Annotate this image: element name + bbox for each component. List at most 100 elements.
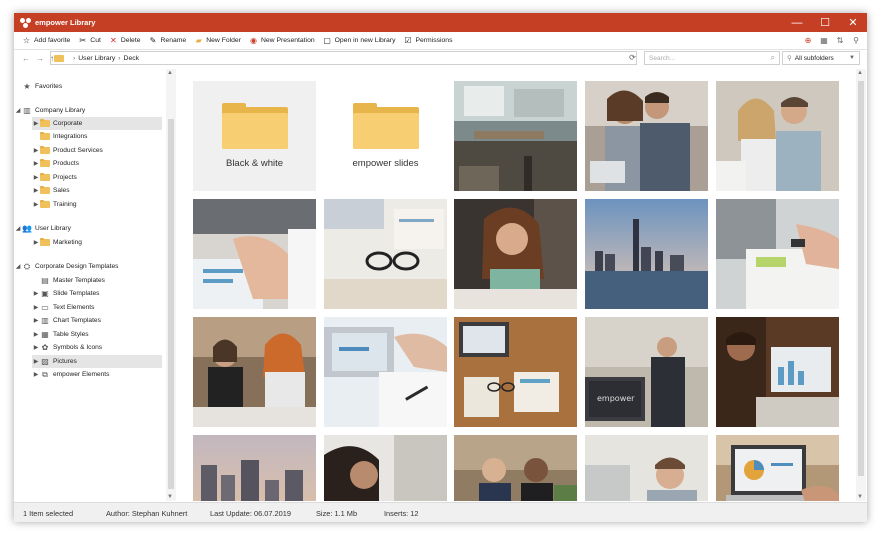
rename-button[interactable]: ✎ Rename — [149, 36, 187, 45]
sidebar-item-empower-elements[interactable]: ▶ ⧉ empower Elements — [32, 368, 162, 381]
picture-tile-laptop-phone[interactable] — [716, 199, 839, 309]
chevron-down-icon[interactable]: ◢ — [14, 225, 22, 232]
sidebar-item-text-elements[interactable]: ▶ ▭ Text Elements — [32, 301, 162, 314]
picture-tile-women-meeting[interactable] — [193, 317, 316, 427]
pictures-icon: ▨ — [41, 357, 49, 366]
picture-tile-man-laptop-empower[interactable]: empower — [585, 317, 708, 427]
sidebar-item-product-services[interactable]: ▶ Product Services — [32, 144, 162, 157]
chevron-right-icon[interactable]: ▶ — [32, 290, 40, 297]
chevron-right-icon[interactable]: ▶ — [32, 120, 40, 127]
chevron-down-icon[interactable]: ◢ — [14, 107, 22, 114]
subfolder-filter-select[interactable]: ⚲ All subfolders ▼ — [782, 51, 860, 65]
globe-icon[interactable]: ⊕ — [803, 34, 813, 46]
chevron-right-icon[interactable]: ▶ — [32, 371, 40, 378]
add-favorite-button[interactable]: ☆ Add favorite — [22, 36, 70, 45]
picture-tile-couple-laptop[interactable] — [585, 81, 708, 191]
chevron-right-icon[interactable]: ▶ — [32, 317, 40, 324]
chevron-right-icon[interactable]: ▶ — [32, 201, 40, 208]
chevron-down-icon[interactable]: ◢ — [14, 263, 22, 270]
new-folder-icon: ▰ — [195, 35, 202, 45]
open-in-new-library-button[interactable]: ▢ Open in new Library — [323, 36, 395, 45]
sidebar-item-master-templates[interactable]: ▤ Master Templates — [32, 274, 162, 287]
picture-tile-woman-glasses[interactable] — [454, 199, 577, 309]
minimize-button[interactable]: — — [783, 13, 811, 32]
new-presentation-button[interactable]: ◉ New Presentation — [249, 36, 315, 45]
sidebar-item-integrations[interactable]: Integrations — [32, 130, 162, 143]
folder-icon — [40, 145, 50, 154]
empower-elements-icon: ⧉ — [42, 369, 48, 379]
chevron-right-icon[interactable]: ▶ — [32, 147, 40, 154]
refresh-icon[interactable]: ⟳ — [627, 51, 638, 63]
maximize-button[interactable]: ☐ — [811, 13, 839, 32]
folder-tile-empower-slides[interactable]: empower slides — [324, 81, 447, 191]
chevron-right-icon[interactable]: ▶ — [32, 304, 40, 311]
sidebar-item-corporate[interactable]: ▶ Corporate — [32, 117, 162, 130]
chevron-right-icon[interactable]: ▶ — [32, 160, 40, 167]
chevron-right-icon[interactable]: ▶ — [32, 187, 40, 194]
sidebar-scrollbar[interactable]: ▲ ▼ — [166, 69, 176, 501]
sidebar-item-marketing[interactable]: ▶ Marketing — [32, 236, 162, 249]
picture-tile-city-skyline[interactable] — [585, 199, 708, 309]
picture-tile-glasses-charts[interactable] — [324, 199, 447, 309]
author-info: Author: Stephan Kuhnert — [106, 509, 188, 518]
delete-button[interactable]: ✕ Delete — [109, 36, 141, 45]
sidebar-item-pictures[interactable]: ▶ ▨ Pictures — [32, 355, 162, 368]
breadcrumb-item[interactable]: Deck — [124, 55, 140, 62]
scroll-up-icon[interactable]: ▲ — [167, 70, 173, 76]
sidebar-item-symbols-icons[interactable]: ▶ ✿ Symbols & Icons — [32, 341, 162, 354]
picture-tile-desk-devices[interactable] — [454, 317, 577, 427]
close-button[interactable]: ✕ — [839, 13, 867, 32]
folder-tile-black-white[interactable]: Black & white — [193, 81, 316, 191]
chevron-right-icon[interactable]: ▶ — [32, 358, 40, 365]
chevron-right-icon[interactable]: ▶ — [32, 344, 40, 351]
scroll-down-icon[interactable]: ▼ — [857, 494, 863, 500]
scroll-up-icon[interactable]: ▲ — [857, 70, 863, 76]
sidebar-item-slide-templates[interactable]: ▶ ▣ Slide Templates — [32, 287, 162, 300]
toolbar: ☆ Add favorite ✂ Cut ✕ Delete ✎ Rename ▰… — [14, 32, 867, 50]
chevron-right-icon[interactable]: ▶ — [32, 239, 40, 246]
picture-tile-laptop-pie[interactable] — [716, 435, 839, 501]
scroll-down-icon[interactable]: ▼ — [167, 494, 173, 500]
title-bar[interactable]: empower Library — ☐ ✕ — [14, 13, 867, 32]
content-scrollbar[interactable]: ▲ ▼ — [856, 69, 866, 501]
sidebar-item-training[interactable]: ▶ Training — [32, 198, 162, 211]
address-bar: ← → ↑ › User Library › Deck ⟳ Search... … — [14, 50, 867, 66]
sidebar-item-projects[interactable]: ▶ Projects — [32, 171, 162, 184]
breadcrumb-item[interactable]: User Library — [78, 55, 115, 62]
search-input[interactable]: Search... ⌕ — [644, 51, 780, 65]
user-library-node[interactable]: ◢ 👥 User Library — [14, 222, 162, 235]
sidebar-item-table-styles[interactable]: ▶ ▦ Table Styles — [32, 328, 162, 341]
picture-tile-man-laptop-chart[interactable] — [716, 317, 839, 427]
chevron-right-icon[interactable]: ▶ — [32, 331, 40, 338]
sidebar-item-products[interactable]: ▶ Products — [32, 157, 162, 170]
picture-tile-couple-smiling[interactable] — [716, 81, 839, 191]
picture-tile-man-thinking[interactable] — [585, 435, 708, 501]
sidebar-item-chart-templates[interactable]: ▶ ▥ Chart Templates — [32, 314, 162, 327]
folder-icon — [54, 54, 64, 62]
folder-icon — [40, 237, 50, 246]
picture-tile-office-interior[interactable] — [454, 81, 577, 191]
view-grid-icon[interactable]: ▦ — [819, 34, 829, 46]
new-folder-button[interactable]: ▰ New Folder — [194, 36, 241, 45]
company-library-node[interactable]: ◢ ▥ Company Library — [14, 104, 162, 117]
favorites-node[interactable]: ★ Favorites — [14, 80, 162, 93]
picture-tile-hands-clasped[interactable] — [193, 199, 316, 309]
chevron-right-icon[interactable]: ▶ — [32, 174, 40, 181]
sort-icon[interactable]: ⇅ — [835, 34, 845, 46]
cut-button[interactable]: ✂ Cut — [78, 36, 100, 45]
permissions-button[interactable]: ☑ Permissions — [403, 36, 452, 45]
picture-tile-laptop-writing[interactable] — [324, 317, 447, 427]
folder-icon — [40, 172, 50, 181]
forward-arrow-icon[interactable]: → — [36, 54, 44, 63]
sidebar-item-sales[interactable]: ▶ Sales — [32, 184, 162, 197]
master-template-icon: ▤ — [41, 276, 49, 285]
folder-icon — [40, 199, 50, 208]
back-arrow-icon[interactable]: ← — [22, 54, 30, 63]
picture-tile-city-towers[interactable] — [193, 435, 316, 501]
size-info: Size: 1.1 Mb — [316, 509, 358, 518]
picture-tile-business-team[interactable] — [454, 435, 577, 501]
picture-tile-woman-window[interactable] — [324, 435, 447, 501]
design-templates-node[interactable]: ◢ ⛭ Corporate Design Templates — [14, 260, 162, 273]
breadcrumb[interactable]: › User Library › Deck — [50, 51, 637, 65]
filter-icon[interactable]: ⚲ — [851, 34, 861, 46]
